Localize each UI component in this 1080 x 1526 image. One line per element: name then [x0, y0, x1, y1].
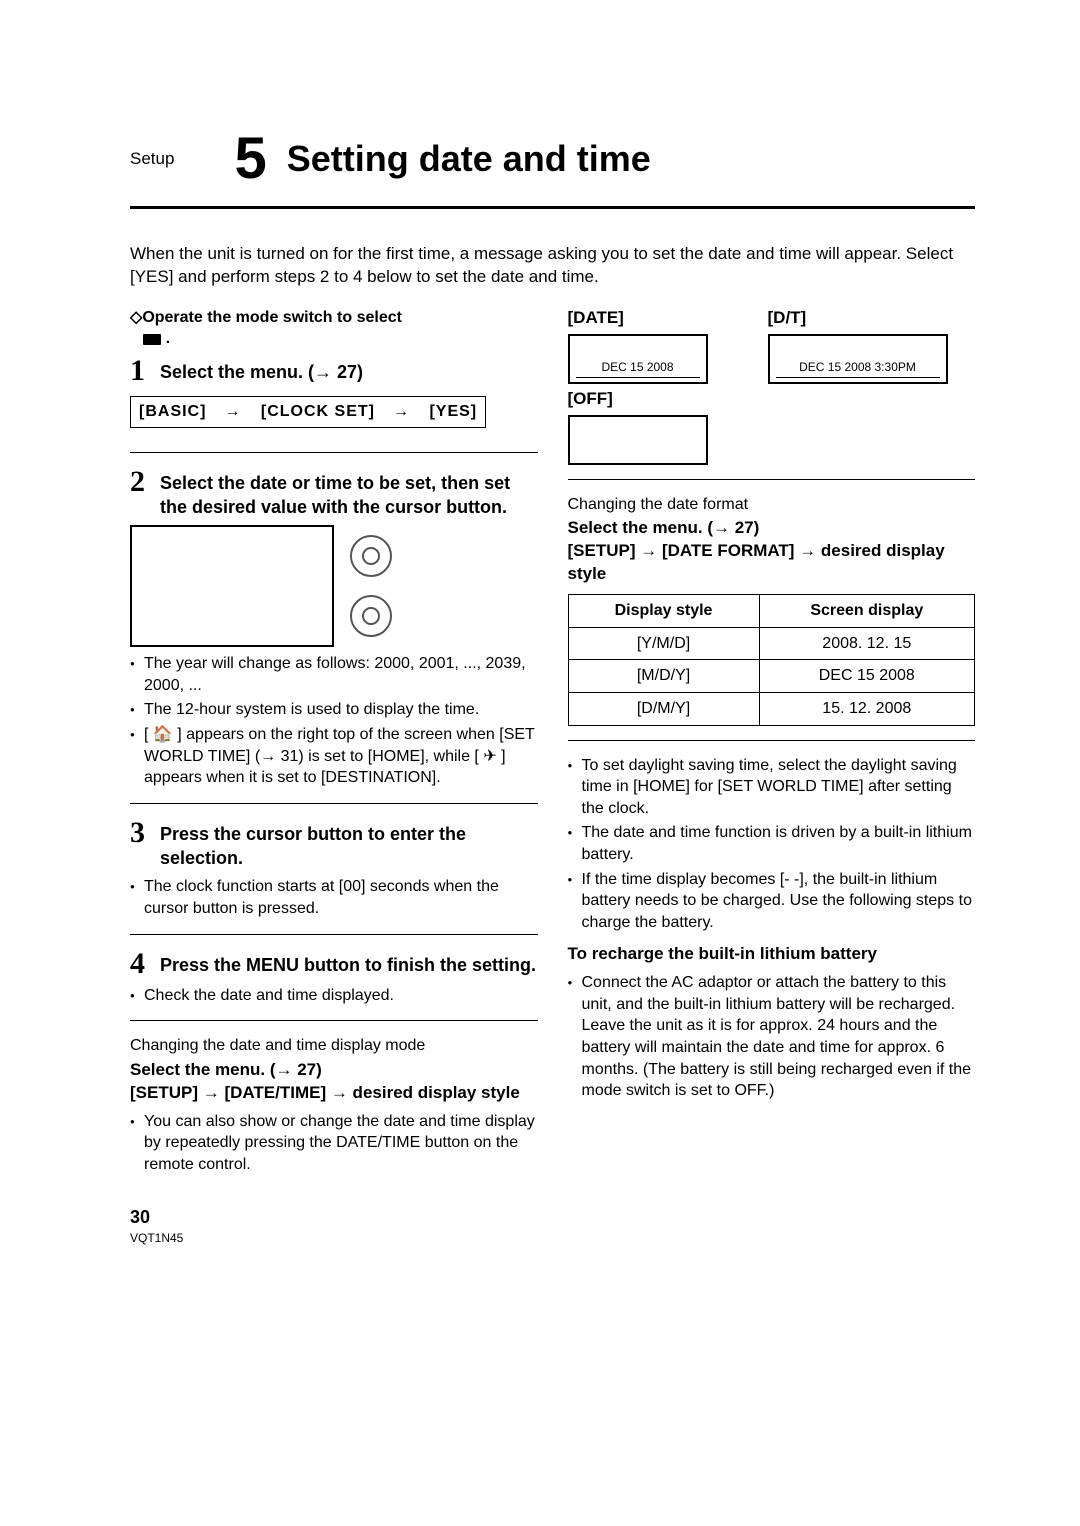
table-cell: [M/D/Y]: [568, 660, 759, 693]
list-item: The clock function starts at [00] second…: [130, 876, 538, 919]
table-row: [Y/M/D] 2008. 12. 15: [568, 627, 975, 660]
menu-item: [BASIC]: [139, 403, 206, 420]
table-header-row: Display style Screen display: [568, 595, 975, 628]
table-row: [D/M/Y] 15. 12. 2008: [568, 692, 975, 725]
bullet-list: Check the date and time displayed.: [130, 985, 538, 1007]
separator: [568, 740, 976, 741]
bullet-list: To set daylight saving time, select the …: [568, 755, 976, 934]
bullet-list: Connect the AC adaptor or attach the bat…: [568, 972, 976, 1102]
table-cell: 15. 12. 2008: [759, 692, 974, 725]
two-column-layout: ◇Operate the mode switch to select . 1 S…: [130, 307, 975, 1246]
operate-text: Operate the mode switch to select: [142, 309, 402, 326]
table-header: Screen display: [759, 595, 974, 628]
category-label: Setup: [130, 148, 174, 171]
subheading: Changing the date and time display mode: [130, 1035, 538, 1057]
list-item: Check the date and time displayed.: [130, 985, 538, 1007]
lcd-box: DEC 15 2008: [568, 334, 708, 384]
step-text: Press the MENU button to finish the sett…: [160, 949, 536, 977]
display-example: [D/T] DEC 15 2008 3:30PM: [768, 307, 948, 384]
list-item: To set daylight saving time, select the …: [568, 755, 976, 820]
operate-instruction: ◇Operate the mode switch to select .: [130, 307, 538, 350]
separator: [568, 479, 976, 480]
list-item: The 12-hour system is used to display th…: [130, 699, 538, 721]
select-menu-line: Select the menu. (→ 27): [130, 1059, 538, 1082]
separator: [130, 452, 538, 453]
display-mode-label: [OFF]: [568, 388, 976, 411]
menu-path-box: [BASIC]→ [CLOCK SET]→ [YES]: [130, 396, 486, 428]
table-header: Display style: [568, 595, 759, 628]
document-code: VQT1N45: [130, 1230, 538, 1246]
select-menu-line: Select the menu. (→ 27): [568, 517, 976, 540]
step-number: 2: [130, 467, 150, 497]
step-2: 2 Select the date or time to be set, the…: [130, 467, 538, 520]
list-item: [ 🏠 ] appears on the right top of the sc…: [130, 724, 538, 789]
table-row: [M/D/Y] DEC 15 2008: [568, 660, 975, 693]
menu-item: [CLOCK SET]: [261, 403, 375, 420]
menu-item: [YES]: [429, 403, 477, 420]
menu-path-line: [SETUP] → [DATE/TIME] → desired display …: [130, 1082, 538, 1105]
step-4: 4 Press the MENU button to finish the se…: [130, 949, 538, 979]
cursor-buttons-illustration: [350, 525, 392, 647]
list-item: If the time display becomes [- -], the b…: [568, 869, 976, 934]
display-mode-label: [DATE]: [568, 307, 708, 330]
right-column: [DATE] DEC 15 2008 [D/T] DEC 15 2008 3:3…: [568, 307, 976, 1246]
cursor-lr-icon: [350, 535, 392, 577]
illustration: [130, 525, 538, 647]
page: Setup 5 Setting date and time When the u…: [0, 0, 1080, 1306]
list-item: The date and time function is driven by …: [568, 822, 976, 865]
lcd-value: [576, 457, 700, 459]
intro-text: When the unit is turned on for the first…: [130, 243, 975, 289]
date-format-table: Display style Screen display [Y/M/D] 200…: [568, 594, 976, 725]
display-example: [OFF]: [568, 388, 976, 465]
lcd-screen-illustration: [130, 525, 334, 647]
display-mode-label: [D/T]: [768, 307, 948, 330]
separator: [130, 1020, 538, 1021]
step-1: 1 Select the menu. (→ 27): [130, 356, 538, 386]
subheading: Changing the date format: [568, 494, 976, 516]
display-example: [DATE] DEC 15 2008: [568, 307, 708, 384]
table-cell: DEC 15 2008: [759, 660, 974, 693]
lcd-value: DEC 15 2008: [576, 359, 700, 378]
lcd-box: DEC 15 2008 3:30PM: [768, 334, 948, 384]
chapter-number: 5: [234, 130, 266, 188]
bullet-list: The clock function starts at [00] second…: [130, 876, 538, 919]
step-text: Select the menu. (→ 27): [160, 356, 363, 384]
page-header: Setup 5 Setting date and time: [130, 130, 975, 209]
display-examples-row: [DATE] DEC 15 2008 [D/T] DEC 15 2008 3:3…: [568, 307, 976, 384]
step-number: 4: [130, 949, 150, 979]
menu-path-line: [SETUP] → [DATE FORMAT] → desired displa…: [568, 540, 976, 586]
page-title: Setting date and time: [287, 135, 651, 184]
step-3: 3 Press the cursor button to enter the s…: [130, 818, 538, 871]
cursor-ud-icon: [350, 595, 392, 637]
lcd-box: [568, 415, 708, 465]
table-cell: 2008. 12. 15: [759, 627, 974, 660]
left-column: ◇Operate the mode switch to select . 1 S…: [130, 307, 538, 1246]
list-item: You can also show or change the date and…: [130, 1111, 538, 1176]
lcd-value: DEC 15 2008 3:30PM: [776, 359, 940, 378]
separator: [130, 934, 538, 935]
table-cell: [D/M/Y]: [568, 692, 759, 725]
step-number: 1: [130, 356, 150, 386]
step-text: Press the cursor button to enter the sel…: [160, 818, 538, 871]
bullet-list: You can also show or change the date and…: [130, 1111, 538, 1176]
separator: [130, 803, 538, 804]
step-text: Select the date or time to be set, then …: [160, 467, 538, 520]
bullet-list: The year will change as follows: 2000, 2…: [130, 653, 538, 789]
camera-icon: [143, 334, 161, 345]
step-number: 3: [130, 818, 150, 848]
table-cell: [Y/M/D]: [568, 627, 759, 660]
list-item: Connect the AC adaptor or attach the bat…: [568, 972, 976, 1102]
list-item: The year will change as follows: 2000, 2…: [130, 653, 538, 696]
page-footer: 30 VQT1N45: [130, 1205, 538, 1245]
page-number: 30: [130, 1205, 538, 1229]
recharge-heading: To recharge the built-in lithium battery: [568, 943, 976, 966]
